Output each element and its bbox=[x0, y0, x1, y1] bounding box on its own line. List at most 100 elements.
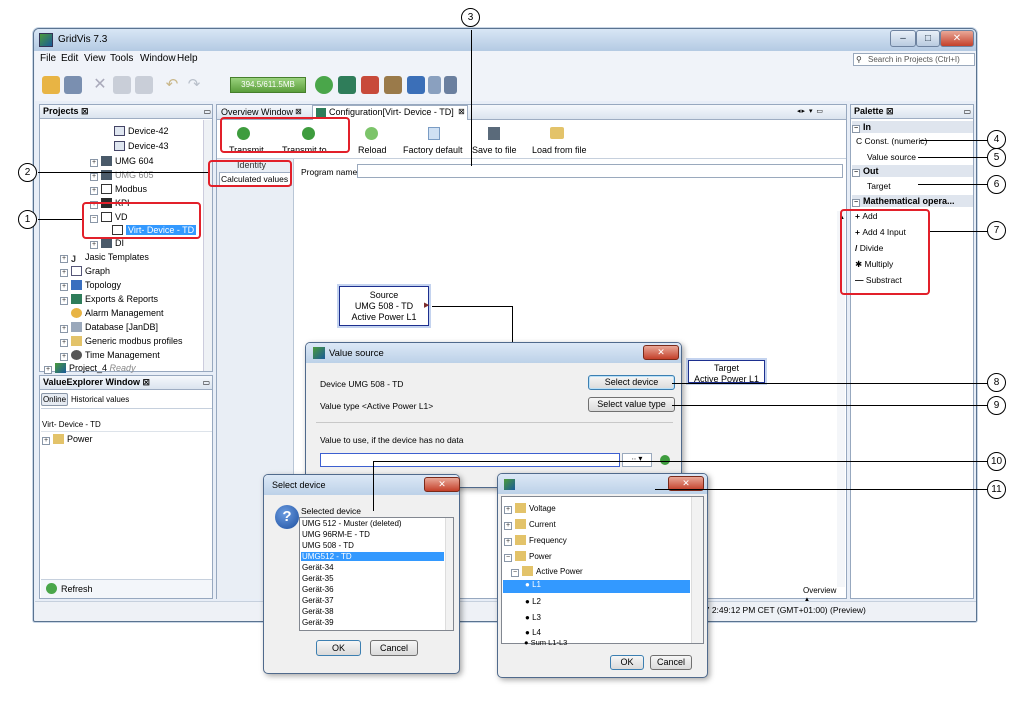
select-device-button[interactable]: Select device bbox=[588, 375, 675, 390]
new-project-icon[interactable] bbox=[42, 76, 60, 94]
tree-item-umg-604[interactable]: + UMG 604 bbox=[90, 156, 154, 167]
menu-view[interactable]: View bbox=[84, 53, 106, 64]
cancel-button[interactable]: Cancel bbox=[650, 655, 692, 670]
close-icon[interactable]: ✕ bbox=[643, 345, 679, 360]
tree-item-database[interactable]: + Database [JanDB] bbox=[60, 322, 158, 333]
menu-window[interactable]: Window bbox=[140, 53, 176, 64]
reload-button[interactable]: Reload bbox=[358, 145, 387, 155]
list-item[interactable]: UMG 96RM-E - TD bbox=[302, 530, 370, 539]
value-type-scrollbar[interactable] bbox=[691, 497, 703, 643]
users-icon[interactable] bbox=[407, 76, 425, 94]
minimize-panel-icon[interactable]: ▭ bbox=[202, 378, 210, 387]
tree-item-modbus[interactable]: + Modbus bbox=[90, 184, 147, 195]
projects-scrollbar[interactable] bbox=[203, 120, 212, 371]
tree-item-graph[interactable]: + Graph bbox=[60, 266, 110, 277]
online-icon[interactable] bbox=[315, 76, 333, 94]
tree-item-generic-modbus-profiles[interactable]: + Generic modbus profiles bbox=[60, 336, 183, 347]
output-port-icon[interactable]: ▶ bbox=[424, 301, 429, 309]
tree-item-device-42[interactable]: Device-42 bbox=[114, 126, 169, 136]
close-tab-icon[interactable]: ⊠ bbox=[458, 107, 465, 116]
load-from-file-button[interactable]: Load from file bbox=[532, 145, 587, 155]
close-tab-icon[interactable]: ⊠ bbox=[295, 107, 302, 116]
tree-item-power[interactable]: − Power bbox=[504, 551, 552, 562]
tools-icon[interactable] bbox=[384, 76, 402, 94]
tree-item-time-management[interactable]: + Time Management bbox=[60, 350, 160, 361]
cancel-button[interactable]: Cancel bbox=[370, 640, 418, 656]
factory-default-button[interactable]: Factory default bbox=[403, 145, 463, 155]
list-item[interactable]: Gerät-37 bbox=[302, 596, 334, 605]
save-icon[interactable] bbox=[64, 76, 82, 94]
minimize-panel-icon[interactable]: ▭ bbox=[203, 107, 211, 116]
redo-icon[interactable]: ↷ bbox=[185, 76, 203, 94]
close-icon[interactable]: ✕ bbox=[424, 477, 460, 492]
device-icon[interactable] bbox=[338, 76, 356, 94]
tree-item-l3[interactable]: ● L3 bbox=[525, 613, 541, 622]
palette-section-in[interactable]: − In bbox=[852, 121, 973, 133]
value-type-tree[interactable]: + Voltage + Current + Frequency − Power − Act… bbox=[501, 496, 704, 644]
menu-help[interactable]: Help bbox=[177, 53, 198, 64]
memory-indicator[interactable]: 394.5/611.5MB bbox=[230, 77, 306, 93]
minimize-panel-icon[interactable]: ▭ bbox=[963, 107, 971, 116]
minimize-button[interactable]: – bbox=[890, 30, 916, 47]
list-item[interactable]: Gerät-35 bbox=[302, 574, 334, 583]
list-item[interactable]: Gerät-39 bbox=[302, 618, 334, 627]
tree-item-topology[interactable]: + Topology bbox=[60, 280, 121, 291]
menu-file[interactable]: File bbox=[40, 53, 56, 64]
select-value-type-button[interactable]: Select value type bbox=[588, 397, 675, 412]
target-node[interactable]: Target Active Power L1 bbox=[688, 360, 765, 384]
search-input[interactable]: Search in Projects (Ctrl+I) bbox=[853, 53, 975, 66]
online-tab[interactable]: Online bbox=[41, 393, 68, 406]
tree-item-power[interactable]: + Power bbox=[42, 434, 93, 445]
default-value-input[interactable] bbox=[320, 453, 620, 467]
list-item[interactable]: UMG 512 - Muster (deleted) bbox=[302, 519, 402, 528]
tree-item-jasic-templates[interactable]: + J Jasic Templates bbox=[60, 252, 149, 264]
window-icon[interactable] bbox=[444, 76, 457, 94]
tree-item-l4[interactable]: ● L4 bbox=[525, 628, 541, 637]
refresh-button[interactable]: Refresh bbox=[61, 584, 93, 594]
list-item[interactable]: Gerät-38 bbox=[302, 607, 334, 616]
ok-button[interactable]: OK bbox=[316, 640, 361, 656]
tab-scroll-icons[interactable]: ◂▸ ▾ ▭ bbox=[797, 107, 824, 115]
tree-item-frequency[interactable]: + Frequency bbox=[504, 535, 567, 546]
tree-item-voltage[interactable]: + Voltage bbox=[504, 503, 556, 514]
paste-icon[interactable] bbox=[135, 76, 153, 94]
menu-edit[interactable]: Edit bbox=[61, 53, 78, 64]
program-name-input[interactable] bbox=[357, 164, 843, 178]
palette-item-const-numeric[interactable]: C Const. (numeric) bbox=[856, 136, 927, 146]
list-item-selected[interactable]: UMG512 - TD bbox=[301, 552, 444, 561]
menu-tools[interactable]: Tools bbox=[110, 53, 133, 64]
tab-overview-window[interactable]: Overview Window bbox=[221, 107, 293, 117]
historical-values-tab[interactable]: Historical values bbox=[71, 395, 129, 404]
list-item[interactable]: Gerät-34 bbox=[302, 563, 334, 572]
list-item[interactable]: Gerät-36 bbox=[302, 585, 334, 594]
tree-item-sum-l1-l3[interactable]: ● Sum L1-L3 bbox=[524, 638, 567, 647]
tree-item-active-power[interactable]: − Active Power bbox=[511, 566, 583, 577]
cut-icon[interactable]: ✕ bbox=[91, 76, 109, 94]
save-to-file-button[interactable]: Save to file bbox=[472, 145, 517, 155]
tree-item-l1-selected[interactable]: ● L1 bbox=[503, 580, 690, 593]
ok-button[interactable]: OK bbox=[610, 655, 644, 670]
source-node[interactable]: Source UMG 508 - TD Active Power L1 bbox=[339, 286, 429, 326]
tree-item-alarm-management[interactable]: Alarm Management bbox=[71, 308, 164, 318]
undo-icon[interactable]: ↶ bbox=[163, 76, 181, 94]
unit-dropdown[interactable]: ∙∙ ▾ bbox=[622, 453, 652, 467]
palette-section-out[interactable]: − Out bbox=[852, 165, 973, 177]
tree-item-project-4[interactable]: + Project_4 Ready bbox=[44, 363, 136, 374]
list-item[interactable]: UMG 508 - TD bbox=[302, 541, 354, 550]
tree-item-l2[interactable]: ● L2 bbox=[525, 597, 541, 606]
tree-item-di[interactable]: + DI bbox=[90, 238, 124, 249]
maximize-button[interactable]: □ bbox=[916, 30, 940, 47]
import-icon[interactable] bbox=[361, 76, 379, 94]
copy-icon[interactable] bbox=[113, 76, 131, 94]
tree-item-exports-reports[interactable]: + Exports & Reports bbox=[60, 294, 158, 305]
close-button[interactable]: ✕ bbox=[940, 30, 974, 47]
refresh-icon[interactable] bbox=[46, 583, 57, 594]
tree-item-device-43[interactable]: Device-43 bbox=[114, 141, 169, 151]
tree-item-current[interactable]: + Current bbox=[504, 519, 556, 530]
palette-section-math[interactable]: − Mathematical opera... bbox=[852, 195, 973, 207]
palette-item-value-source[interactable]: Value source bbox=[867, 152, 916, 162]
palette-item-target[interactable]: Target bbox=[867, 181, 891, 191]
device-list-scrollbar[interactable] bbox=[445, 518, 453, 630]
report-icon[interactable] bbox=[428, 76, 441, 94]
device-list[interactable]: UMG 512 - Muster (deleted) UMG 96RM-E - … bbox=[299, 517, 454, 631]
